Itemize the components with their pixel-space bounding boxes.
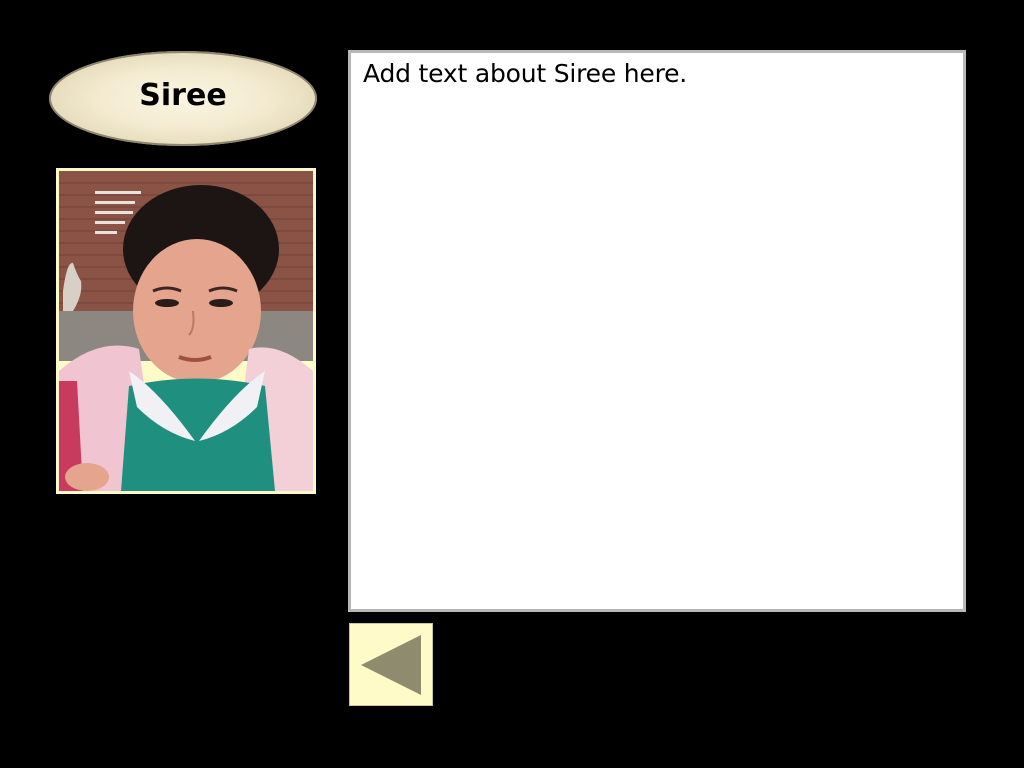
back-button[interactable] [349,623,433,706]
student-photo-frame [56,168,316,494]
left-triangle-arrow-icon [361,634,421,695]
name-title-oval: Siree [49,51,317,146]
description-text-box[interactable]: Add text about Siree here. [348,50,966,612]
student-portrait-icon [59,171,313,491]
slide: Siree Add text about Siree here. [0,0,1024,768]
student-name-label: Siree [139,78,227,113]
description-text[interactable]: Add text about Siree here. [363,59,951,89]
